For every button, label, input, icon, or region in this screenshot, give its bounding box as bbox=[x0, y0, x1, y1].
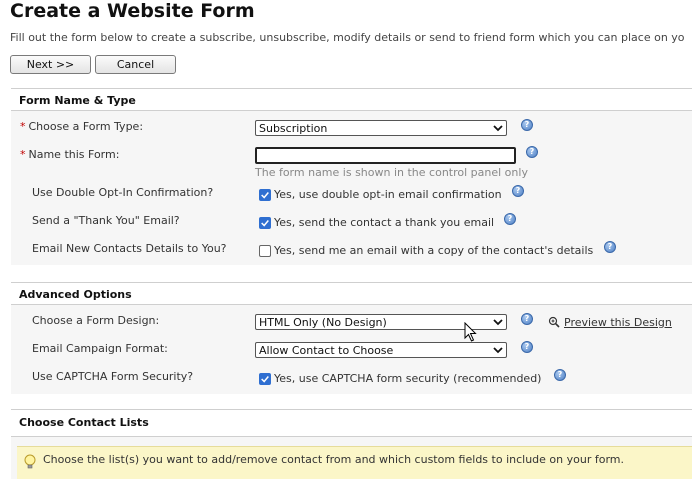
double-optin-text: Yes, use double opt-in email confirmatio… bbox=[274, 188, 502, 201]
lists-tip: Choose the list(s) you want to add/remov… bbox=[17, 446, 692, 479]
required-marker: * bbox=[20, 120, 26, 133]
form-name-hint: The form name is shown in the control pa… bbox=[255, 166, 528, 179]
chevron-down-icon bbox=[493, 319, 503, 326]
required-marker: * bbox=[20, 148, 26, 161]
section-heading-advanced: Advanced Options bbox=[11, 282, 692, 304]
section-heading-name-type: Form Name & Type bbox=[11, 88, 692, 110]
page-title: Create a Website Form bbox=[10, 0, 255, 22]
help-icon[interactable]: ? bbox=[512, 185, 524, 197]
magnifier-icon[interactable] bbox=[548, 316, 560, 328]
double-optin-checkbox[interactable] bbox=[259, 188, 271, 201]
design-label: Choose a Form Design: bbox=[32, 314, 160, 327]
form-type-select[interactable]: Subscription bbox=[255, 120, 507, 136]
checkmark-icon bbox=[261, 219, 269, 227]
mouse-cursor-icon bbox=[464, 322, 477, 342]
double-optin-option[interactable]: Yes, use double opt-in email confirmatio… bbox=[259, 188, 502, 201]
chevron-down-icon bbox=[493, 125, 503, 132]
notify-checkbox[interactable] bbox=[259, 244, 271, 257]
help-icon[interactable]: ? bbox=[604, 241, 616, 253]
captcha-text: Yes, use CAPTCHA form security (recommen… bbox=[274, 372, 542, 385]
notify-option[interactable]: Yes, send me an email with a copy of the… bbox=[259, 244, 593, 257]
notify-text: Yes, send me an email with a copy of the… bbox=[274, 244, 594, 257]
help-icon[interactable]: ? bbox=[554, 369, 566, 381]
captcha-label: Use CAPTCHA Form Security? bbox=[32, 370, 194, 383]
captcha-option[interactable]: Yes, use CAPTCHA form security (recommen… bbox=[259, 372, 541, 385]
next-button[interactable]: Next >> bbox=[10, 55, 91, 74]
help-icon[interactable]: ? bbox=[521, 341, 533, 353]
double-optin-label: Use Double Opt-In Confirmation? bbox=[32, 186, 214, 199]
campaign-format-select[interactable]: Allow Contact to Choose bbox=[255, 342, 507, 358]
checkmark-icon bbox=[261, 375, 269, 383]
help-icon[interactable]: ? bbox=[526, 146, 538, 158]
lists-tip-text: Choose the list(s) you want to add/remov… bbox=[43, 453, 624, 466]
format-label: Email Campaign Format: bbox=[32, 342, 168, 355]
captcha-checkbox[interactable] bbox=[259, 372, 271, 385]
chevron-down-icon bbox=[493, 347, 503, 354]
thankyou-label: Send a "Thank You" Email? bbox=[32, 214, 180, 227]
checkmark-icon bbox=[261, 191, 269, 199]
preview-design-link[interactable]: Preview this Design bbox=[564, 316, 672, 329]
thankyou-checkbox[interactable] bbox=[259, 216, 271, 229]
thankyou-option[interactable]: Yes, send the contact a thank you email bbox=[259, 216, 494, 229]
help-icon[interactable]: ? bbox=[504, 213, 516, 225]
help-icon[interactable]: ? bbox=[521, 119, 533, 131]
thankyou-text: Yes, send the contact a thank you email bbox=[274, 216, 495, 229]
form-name-input[interactable] bbox=[255, 147, 516, 164]
lightbulb-icon bbox=[24, 454, 36, 469]
section-heading-lists: Choose Contact Lists bbox=[11, 409, 692, 436]
notify-label: Email New Contacts Details to You? bbox=[32, 242, 227, 255]
form-type-label: * Choose a Form Type: bbox=[20, 120, 144, 133]
help-icon[interactable]: ? bbox=[521, 313, 533, 325]
cancel-button[interactable]: Cancel bbox=[95, 55, 176, 74]
form-name-label: * Name this Form: bbox=[20, 148, 120, 161]
intro-text: Fill out the form below to create a subs… bbox=[10, 31, 685, 44]
